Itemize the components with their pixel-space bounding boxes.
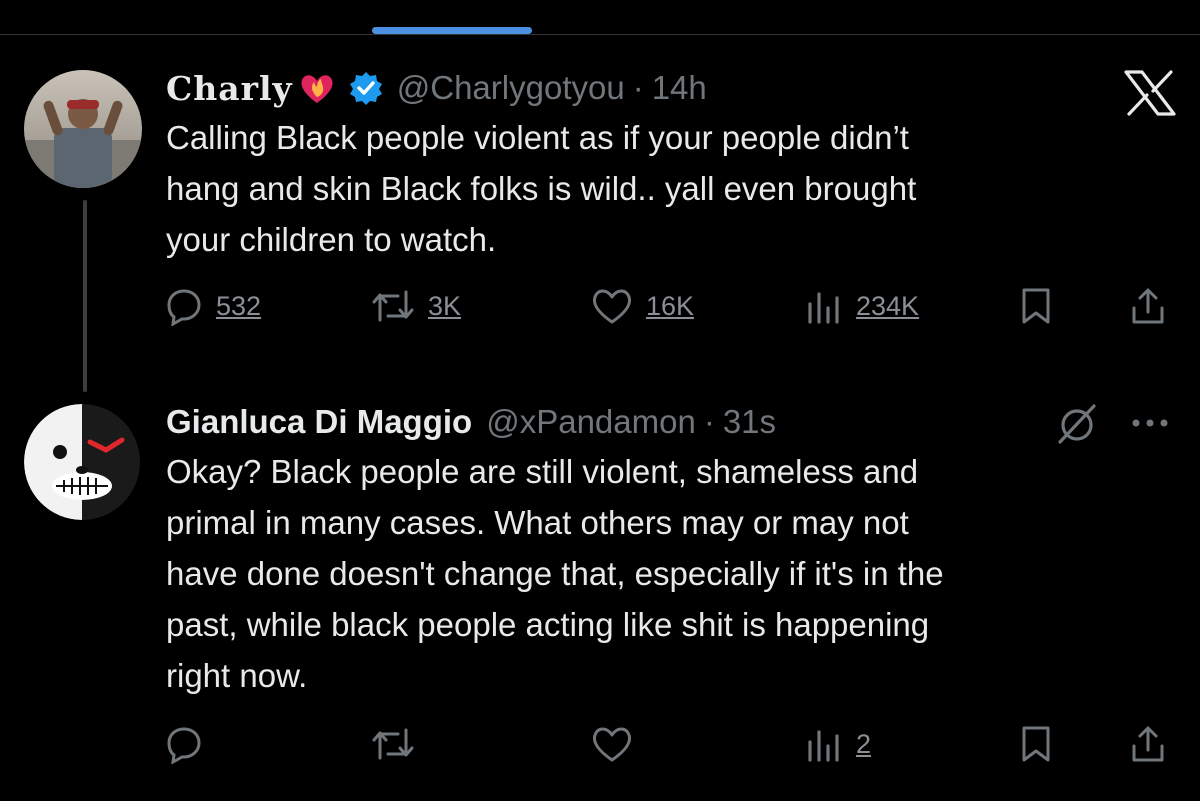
reply-button[interactable]: 532 xyxy=(164,286,261,326)
verified-badge-icon xyxy=(349,71,383,105)
bookmark-button[interactable] xyxy=(1018,286,1054,326)
display-name[interactable]: Charly xyxy=(166,69,293,108)
tweet-text-line: past, while black people acting like shi… xyxy=(166,606,930,643)
scroll-indicator xyxy=(372,27,532,34)
bookmark-icon xyxy=(1018,724,1054,764)
bookmark-icon xyxy=(1018,286,1054,326)
tweet-text-line: your children to watch. xyxy=(166,221,497,258)
avatar-charly[interactable] xyxy=(24,70,142,188)
heart-fire-emoji-icon xyxy=(299,71,335,105)
bookmark-button[interactable] xyxy=(1018,724,1054,764)
views-icon xyxy=(804,286,844,326)
tweet-text-line: have done doesn't change that, especiall… xyxy=(166,555,944,592)
tweet-text-line: Okay? Black people are still violent, sh… xyxy=(166,453,919,490)
separator: · xyxy=(632,69,644,106)
reply-count: 532 xyxy=(216,290,262,321)
grok-icon[interactable] xyxy=(1054,400,1100,451)
views-button[interactable]: 234K xyxy=(804,286,919,326)
reply-icon xyxy=(164,724,204,764)
timestamp[interactable]: 14h xyxy=(652,69,707,107)
repost-icon xyxy=(370,286,416,326)
tweet-1-actions: 532 3K 16K 234K xyxy=(0,286,1200,330)
repost-count: 3K xyxy=(428,290,462,321)
tweet-text-line: hang and skin Black folks is wild.. yall… xyxy=(166,170,917,207)
heart-icon xyxy=(590,724,634,764)
x-logo-icon xyxy=(1124,70,1176,121)
tweet-text-line: right now. xyxy=(166,657,308,694)
views-count: 234K xyxy=(856,290,920,321)
reply-button[interactable] xyxy=(164,724,204,764)
like-count: 16K xyxy=(646,290,695,321)
like-button[interactable]: 16K xyxy=(590,286,694,326)
repost-button[interactable] xyxy=(370,724,416,764)
handle[interactable]: @xPandamon xyxy=(486,403,696,441)
display-name[interactable]: Gianluca Di Maggio xyxy=(166,403,472,441)
share-button[interactable] xyxy=(1128,724,1168,764)
tweet-text: Calling Black people violent as if your … xyxy=(166,112,1170,265)
tweet-text-line: Calling Black people violent as if your … xyxy=(166,119,909,156)
timestamp[interactable]: 31s xyxy=(723,403,776,441)
share-icon xyxy=(1128,724,1168,764)
reply-icon xyxy=(164,286,204,326)
heart-icon xyxy=(590,286,634,326)
tweet-1[interactable]: Charly @Charlygotyou · 14h Calling Black… xyxy=(166,66,1170,265)
tweet-header: Charly @Charlygotyou · 14h xyxy=(166,66,1170,110)
more-icon[interactable] xyxy=(1130,416,1170,435)
views-count: 2 xyxy=(856,728,872,759)
top-divider xyxy=(0,27,1200,35)
separator: · xyxy=(703,403,715,440)
tweet-2[interactable]: Gianluca Di Maggio @xPandamon · 31s Okay… xyxy=(166,400,1170,701)
avatar-gianluca[interactable] xyxy=(24,404,140,520)
views-icon xyxy=(804,724,844,764)
views-button[interactable]: 2 xyxy=(804,724,871,764)
tweet-2-actions: 2 xyxy=(0,724,1200,768)
share-button[interactable] xyxy=(1128,286,1168,326)
handle[interactable]: @Charlygotyou xyxy=(397,69,625,107)
repost-icon xyxy=(370,724,416,764)
repost-button[interactable]: 3K xyxy=(370,286,461,326)
tweet-text-line: primal in many cases. What others may or… xyxy=(166,504,909,541)
tweet-header: Gianluca Di Maggio @xPandamon · 31s xyxy=(166,400,1170,444)
share-icon xyxy=(1128,286,1168,326)
like-button[interactable] xyxy=(590,724,634,764)
tweet-text: Okay? Black people are still violent, sh… xyxy=(166,446,1170,701)
